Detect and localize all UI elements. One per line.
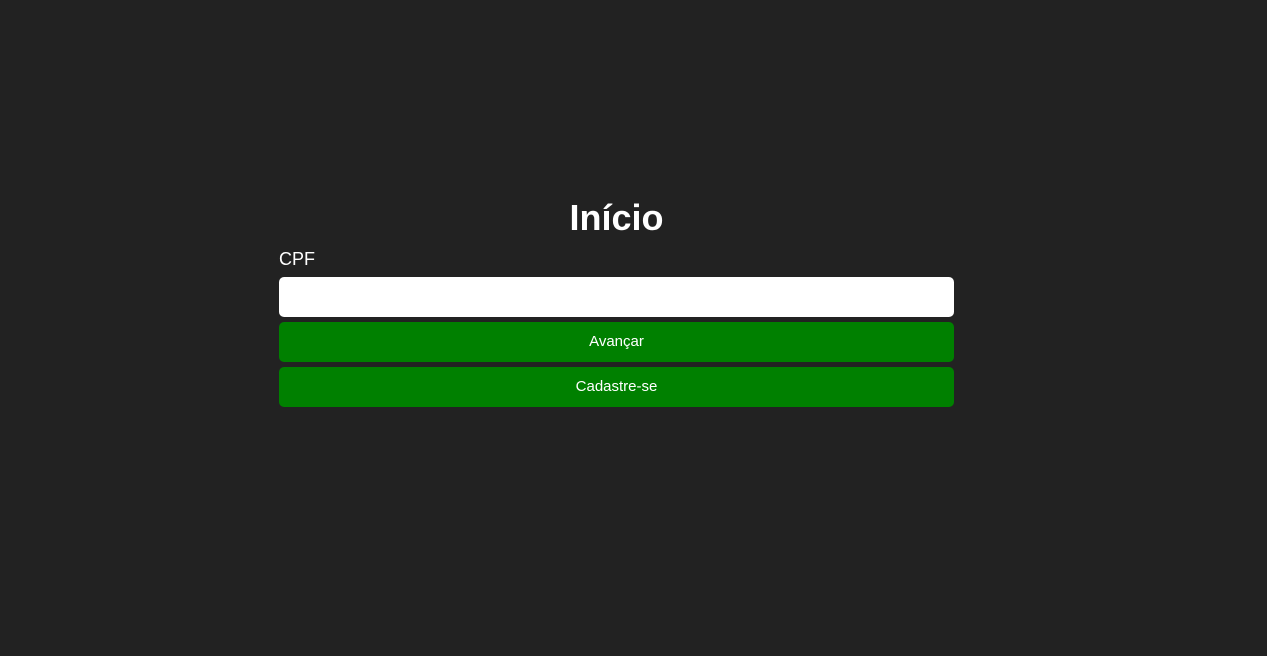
advance-button[interactable]: Avançar — [279, 322, 954, 362]
page: Início CPF Avançar Cadastre-se — [0, 0, 1267, 656]
page-title: Início — [569, 197, 664, 238]
register-button[interactable]: Cadastre-se — [279, 367, 954, 407]
cpf-label: CPF — [279, 249, 315, 269]
login-form: Início CPF Avançar Cadastre-se — [279, 196, 954, 407]
cpf-input[interactable] — [279, 277, 954, 317]
